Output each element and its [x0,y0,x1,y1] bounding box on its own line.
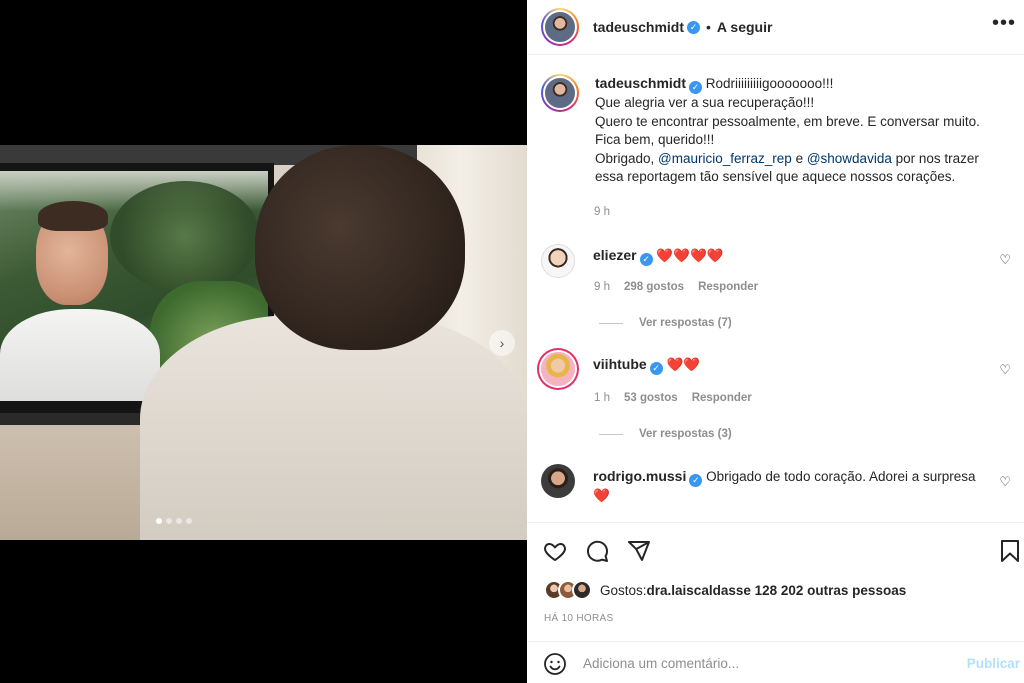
carousel-dot [186,518,192,524]
caption: tadeuschmidt ✓ Rodriiiiiiiiigooooooo!!! Q… [541,74,1011,187]
viewer-head [255,145,465,350]
avatar-image [543,76,577,110]
carousel-dot-active [156,518,162,524]
comment-text: ❤️❤️❤️❤️ [656,248,724,263]
separator-dot: • [706,19,711,35]
screen-person-hair [38,201,108,231]
caption-username[interactable]: tadeuschmidt [595,75,686,91]
view-replies-label: Ver respostas (7) [639,317,732,329]
comment-text: Obrigado de todo coração. Adorei a surpr… [706,469,976,484]
comment-likes[interactable]: 298 gostos [624,281,684,293]
chevron-right-icon: › [499,335,505,351]
caption-text: tadeuschmidt ✓ Rodriiiiiiiiigooooooo!!! Q… [595,74,980,187]
caption-and: e [791,150,807,166]
share-icon[interactable] [627,539,651,563]
verified-badge-icon: ✓ [689,474,703,487]
comment-meta: 9 h 298 gostos Responder [594,281,758,293]
comment-icon[interactable] [585,539,609,563]
screen-foliage-1 [110,181,260,291]
caption-line-2: Que alegria ver a sua recuperação!!! [595,95,815,110]
caption-thanks-suffix: por nos trazer [891,150,979,166]
action-row [543,539,651,563]
caption-line-last: essa reportagem tão sensível que aquece … [595,169,956,184]
post-photo[interactable]: › [0,145,527,540]
comment-text-line2: ❤️ [593,488,610,503]
comment-avatar[interactable] [541,352,575,386]
carousel-dot [176,518,182,524]
reply-button[interactable]: Responder [692,392,752,404]
view-replies-button[interactable]: Ver respostas (7) [599,317,732,329]
caption-line-4: Fica bem, querido!!! [595,132,715,147]
likers-avatars[interactable] [544,580,592,600]
comment: viihtube ✓ ❤️❤️ ♡ [541,352,1011,386]
follow-button[interactable]: A seguir [717,19,773,35]
caption-thanks-prefix: Obrigado, [595,150,659,166]
comment-body: eliezer ✓ ❤️❤️❤️❤️ [593,246,724,278]
like-heart-icon[interactable] [543,539,567,563]
emoji-icon[interactable] [543,652,567,676]
liker-username[interactable]: dra.laiscaldass [647,583,744,598]
comment-body: rodrigo.mussi ✓ Obrigado de todo coração.… [593,467,976,505]
replies-line [599,322,623,324]
post-header: tadeuschmidt ✓ • A seguir ••• [527,0,1024,55]
comment-username[interactable]: rodrigo.mussi [593,468,686,484]
post-panel: tadeuschmidt ✓ • A seguir ••• tadeuschmi… [527,0,1024,683]
verified-badge-icon: ✓ [649,362,663,375]
comment-meta: 1 h 53 gostos Responder [594,392,752,404]
post-timestamp[interactable]: HÁ 10 HORAS [544,613,613,624]
view-replies-label: Ver respostas (3) [639,428,732,440]
view-replies-button[interactable]: Ver respostas (3) [599,428,732,440]
comment: eliezer ✓ ❤️❤️❤️❤️ ♡ [541,244,1011,278]
liker-avatar [572,580,592,600]
caption-line-1: Rodriiiiiiiiigooooooo!!! [705,76,834,91]
likes-summary: Gostos: dra.laiscaldass e 128 202 outras… [544,580,906,600]
mention-link[interactable]: @mauricio_ferraz_rep [658,151,792,166]
verified-badge-icon: ✓ [687,20,701,34]
comment-avatar[interactable] [541,244,575,278]
header-username[interactable]: tadeuschmidt [593,19,684,35]
verified-badge-icon: ✓ [689,81,703,94]
comment-input[interactable]: Adiciona um comentário... [583,656,739,671]
comment-username[interactable]: eliezer [593,247,637,263]
likes-count[interactable]: e 128 202 outras pessoas [743,583,906,598]
comment-avatar[interactable] [541,464,575,498]
more-options-icon[interactable]: ••• [992,12,1016,35]
verified-badge-icon: ✓ [639,253,653,266]
mention-link[interactable]: @showdavida [807,151,892,166]
bookmark-icon[interactable] [998,539,1022,563]
post-actions: Gostos: dra.laiscaldass e 128 202 outras… [527,522,1024,683]
comment-time[interactable]: 1 h [594,392,610,404]
add-comment-bar: Adiciona um comentário... Publicar [527,641,1024,683]
reply-button[interactable]: Responder [698,281,758,293]
avatar-image [543,10,577,44]
caption-time[interactable]: 9 h [594,206,610,218]
caption-avatar[interactable] [541,74,579,112]
likes-prefix: Gostos: [600,582,647,598]
publish-button[interactable]: Publicar [967,656,1020,671]
post-media: › [0,0,527,683]
comment-like-heart-icon[interactable]: ♡ [999,362,1011,378]
carousel-dot [166,518,172,524]
next-slide-button[interactable]: › [489,330,515,356]
comment-body: viihtube ✓ ❤️❤️ [593,355,700,386]
carousel-dots [156,518,192,524]
comment-text: ❤️❤️ [666,357,701,372]
comment: rodrigo.mussi ✓ Obrigado de todo coração.… [541,464,1011,505]
comment-like-heart-icon[interactable]: ♡ [999,474,1011,490]
screen-person-shirt [0,309,160,401]
avatar[interactable] [541,8,579,46]
comment-time[interactable]: 9 h [594,281,610,293]
comment-likes[interactable]: 53 gostos [624,392,678,404]
replies-line [599,433,623,435]
comment-like-heart-icon[interactable]: ♡ [999,252,1011,268]
caption-line-3: Quero te encontrar pessoalmente, em brev… [595,113,980,129]
comment-username[interactable]: viihtube [593,356,647,372]
